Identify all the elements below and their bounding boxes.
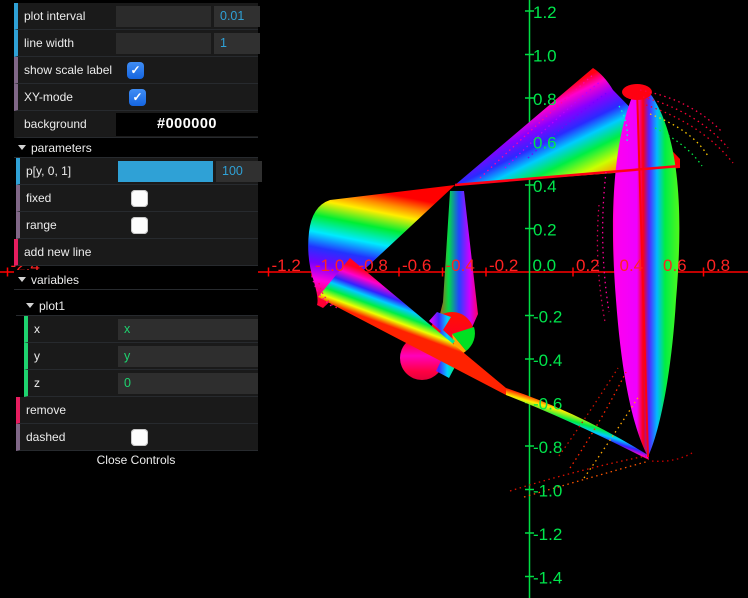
svg-text:0.2: 0.2: [576, 256, 600, 275]
svg-text:0.4: 0.4: [620, 256, 644, 275]
svg-text:-1.2: -1.2: [272, 256, 301, 275]
row-show-scale-label: show scale label: [14, 57, 258, 84]
svg-text:-1.0: -1.0: [533, 482, 562, 501]
folder-variables[interactable]: variables: [14, 270, 258, 290]
row-background: background #000000: [14, 111, 258, 138]
remove-button[interactable]: remove: [16, 397, 258, 424]
svg-text:-0.8: -0.8: [359, 256, 388, 275]
variables-folder-content: plot1 x x y y z 0 remove dashed: [16, 290, 258, 451]
row-fixed: fixed: [16, 185, 258, 212]
x-var-input[interactable]: x: [118, 319, 258, 340]
dashed-checkbox[interactable]: [131, 429, 148, 446]
plot-interval-slider[interactable]: [116, 6, 211, 27]
row-y-var: y y: [24, 343, 258, 370]
p-param-label: p[y, 0, 1]: [20, 164, 118, 178]
parameters-folder-content: p[y, 0, 1] 100 fixed range: [16, 158, 258, 239]
close-controls-button[interactable]: Close Controls: [14, 451, 258, 470]
plot-interval-label: plot interval: [18, 9, 116, 23]
svg-text:-1.0: -1.0: [315, 256, 344, 275]
plot1-folder-content: x x y y z 0: [24, 316, 258, 397]
svg-text:-0.6: -0.6: [533, 395, 562, 414]
svg-text:0.0: 0.0: [533, 256, 557, 275]
row-x-var: x x: [24, 316, 258, 343]
show-scale-label-checkbox[interactable]: [127, 62, 144, 79]
svg-text:1.0: 1.0: [533, 47, 557, 66]
svg-text:-0.2: -0.2: [533, 308, 562, 327]
remove-label: remove: [20, 403, 66, 417]
z-var-input[interactable]: 0: [118, 373, 258, 394]
y-var-label: y: [28, 349, 118, 363]
caret-down-icon: [26, 303, 34, 308]
svg-text:0.4: 0.4: [533, 177, 557, 196]
dashed-label: dashed: [20, 430, 118, 444]
show-scale-label-label: show scale label: [18, 63, 124, 77]
row-range: range: [16, 212, 258, 239]
line-width-slider[interactable]: [116, 33, 211, 54]
range-checkbox[interactable]: [131, 217, 148, 234]
range-label: range: [20, 218, 118, 232]
svg-text:0.6: 0.6: [663, 256, 687, 275]
svg-text:-0.2: -0.2: [489, 256, 518, 275]
row-p-param: p[y, 0, 1] 100: [16, 158, 258, 185]
p-param-slider[interactable]: [118, 161, 213, 182]
folder-parameters-label: parameters: [31, 141, 92, 155]
row-xy-mode: XY-mode: [14, 84, 258, 111]
line-width-label: line width: [18, 36, 116, 50]
plot-interval-value[interactable]: 0.01: [214, 6, 260, 27]
xy-mode-checkbox[interactable]: [129, 89, 146, 106]
add-new-line-button[interactable]: add new line: [14, 239, 258, 266]
row-z-var: z 0: [24, 370, 258, 397]
caret-down-icon: [18, 277, 26, 282]
add-new-line-label: add new line: [18, 245, 91, 259]
svg-text:-1.4: -1.4: [533, 569, 562, 588]
row-plot-interval: plot interval 0.01: [14, 3, 258, 30]
caret-down-icon: [18, 145, 26, 150]
svg-text:-0.8: -0.8: [533, 438, 562, 457]
folder-variables-label: variables: [31, 273, 79, 287]
y-var-input[interactable]: y: [118, 346, 258, 367]
row-line-width: line width 1: [14, 30, 258, 57]
folder-parameters[interactable]: parameters: [14, 138, 258, 158]
svg-text:-0.4: -0.4: [533, 351, 562, 370]
svg-text:-1.2: -1.2: [533, 525, 562, 544]
xy-mode-label: XY-mode: [18, 90, 116, 104]
svg-text:-0.4: -0.4: [446, 256, 475, 275]
line-width-value[interactable]: 1: [214, 33, 260, 54]
fixed-label: fixed: [20, 191, 118, 205]
svg-text:-0.6: -0.6: [402, 256, 431, 275]
svg-text:0.8: 0.8: [707, 256, 731, 275]
folder-plot1-label: plot1: [39, 299, 65, 313]
background-label: background: [18, 117, 116, 131]
p-param-value[interactable]: 100: [216, 161, 262, 182]
svg-text:0.2: 0.2: [533, 221, 557, 240]
z-var-label: z: [28, 376, 118, 390]
svg-text:0.8: 0.8: [533, 90, 557, 109]
folder-plot1[interactable]: plot1: [16, 296, 258, 316]
p-param-slider-fill: [118, 161, 213, 182]
background-color-input[interactable]: #000000: [116, 113, 258, 136]
x-var-label: x: [28, 322, 118, 336]
row-dashed: dashed: [16, 424, 258, 451]
svg-text:1.2: 1.2: [533, 3, 557, 22]
svg-text:0.6: 0.6: [533, 134, 557, 153]
fixed-checkbox[interactable]: [131, 190, 148, 207]
control-panel: plot interval 0.01 line width 1 show sca…: [14, 3, 258, 470]
